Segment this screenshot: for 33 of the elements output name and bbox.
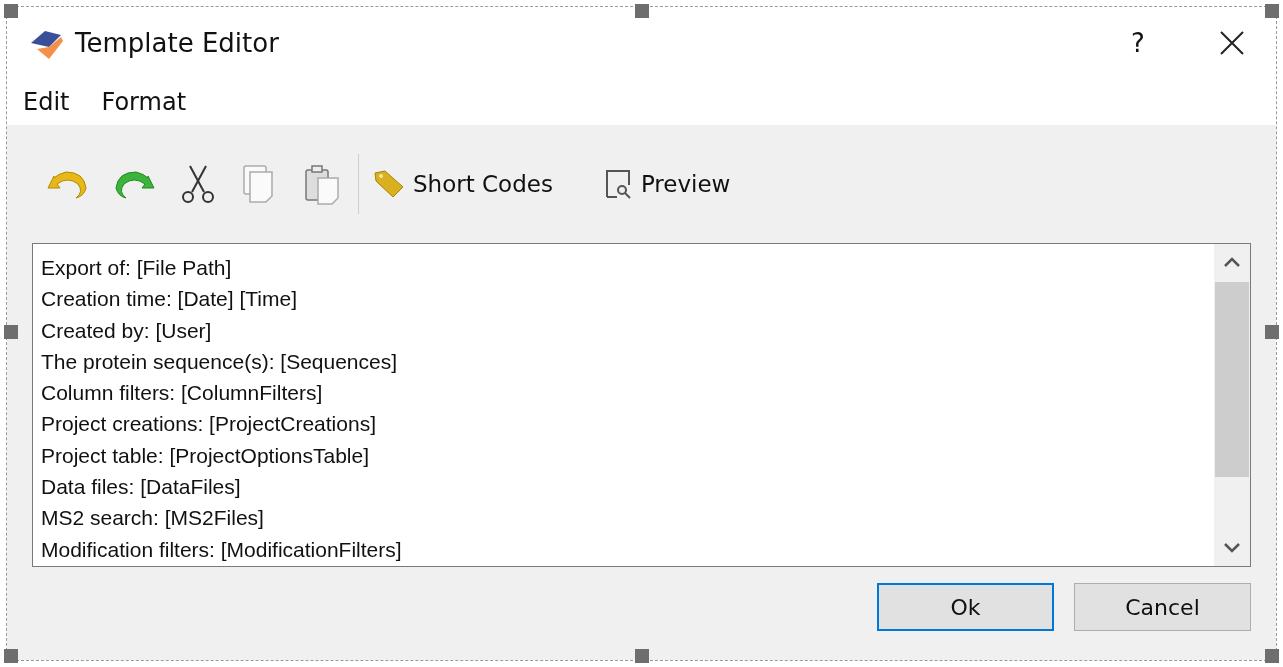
dialog-button[interactable]: Cancel	[1074, 583, 1251, 631]
template-text-area[interactable]	[32, 243, 1251, 567]
template-line: Column filters: [ColumnFilters]	[41, 380, 324, 407]
scrollbar-thumb[interactable]	[1215, 282, 1249, 477]
scroll-down-icon[interactable]	[1223, 542, 1241, 554]
template-line: Modification filters: [ModificationFilters]	[41, 536, 403, 563]
selection-handle[interactable]	[1265, 4, 1279, 18]
template-line: The protein sequence(s): [Sequences]	[41, 348, 399, 375]
template-line: Data files: [DataFiles]	[41, 474, 242, 501]
help-button[interactable]: ?	[1118, 23, 1158, 63]
tag-icon	[373, 169, 405, 199]
toolbar-button[interactable]: Preview	[602, 166, 731, 202]
selection-handle[interactable]	[4, 325, 18, 339]
selection-handle[interactable]	[4, 649, 18, 663]
selection-handle[interactable]	[4, 4, 18, 18]
menu-item[interactable]: Edit	[23, 84, 70, 120]
close-icon[interactable]	[1218, 29, 1246, 57]
template-line: Project creations: [ProjectCreations]	[41, 411, 377, 438]
template-line: Created by: [User]	[41, 317, 213, 344]
dialog-button[interactable]: Ok	[877, 583, 1054, 631]
template-line: Creation time: [Date] [Time]	[41, 286, 298, 313]
scrollbar[interactable]	[1214, 244, 1250, 566]
selection-handle[interactable]	[635, 649, 649, 663]
toolbar-button[interactable]: Short Codes	[373, 166, 553, 202]
template-line: Project table: [ProjectOptionsTable]	[41, 442, 370, 469]
selection-handle[interactable]	[1265, 649, 1279, 663]
template-line: MS2 search: [MS2Files]	[41, 505, 265, 532]
selection-handle[interactable]	[635, 4, 649, 18]
template-line: Export of: [File Path]	[41, 255, 233, 281]
selection-handle[interactable]	[1265, 325, 1279, 339]
menu-item[interactable]: Format	[101, 84, 187, 120]
scroll-up-icon[interactable]	[1223, 256, 1241, 268]
window-title: Template Editor	[75, 26, 279, 60]
